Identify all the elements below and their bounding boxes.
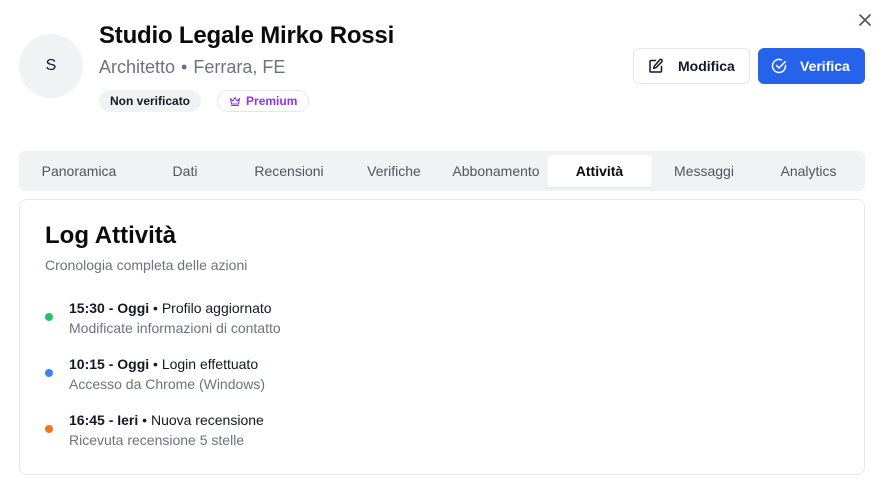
crown-icon bbox=[229, 96, 241, 107]
log-detail: Ricevuta recensione 5 stelle bbox=[69, 432, 245, 448]
log-detail: Accesso da Chrome (Windows) bbox=[69, 376, 266, 392]
tab-attivita[interactable]: Attività bbox=[547, 155, 652, 187]
log-time: 15:30 - Oggi bbox=[69, 300, 150, 316]
premium-badge-label: Premium bbox=[246, 94, 298, 108]
tab-verifiche[interactable]: Verifiche bbox=[343, 155, 445, 187]
log-action: Nuova recensione bbox=[150, 412, 264, 428]
edit-button-label: Modifica bbox=[678, 58, 735, 74]
tab-label: Analytics bbox=[780, 163, 837, 179]
verify-button[interactable]: Verifica bbox=[758, 48, 865, 84]
log-separator: • bbox=[153, 300, 158, 316]
log-time: 10:15 - Oggi bbox=[69, 356, 150, 372]
tab-recensioni[interactable]: Recensioni bbox=[235, 155, 343, 187]
page-title: Studio Legale Mirko Rossi bbox=[99, 22, 395, 49]
profile-header: Studio Legale Mirko Rossi Architetto • F… bbox=[99, 20, 394, 112]
avatar: S bbox=[19, 34, 83, 98]
log-separator: • bbox=[153, 356, 158, 372]
status-dot bbox=[45, 369, 53, 377]
tab-label: Messaggi bbox=[674, 163, 734, 179]
profile-modal: S Studio Legale Mirko Rossi Architetto •… bbox=[0, 0, 885, 494]
tab-messaggi[interactable]: Messaggi bbox=[652, 155, 756, 187]
activity-description: Cronologia completa delle azioni bbox=[45, 257, 248, 273]
activity-title: Log Attività bbox=[45, 222, 177, 249]
tab-label: Attività bbox=[575, 163, 624, 179]
tab-abbonamento[interactable]: Abbonamento bbox=[445, 155, 547, 187]
subtitle-separator: • bbox=[181, 57, 188, 77]
close-button[interactable] bbox=[855, 10, 875, 30]
premium-badge: Premium bbox=[217, 90, 310, 112]
log-action: Login effettuato bbox=[161, 356, 259, 372]
tab-label: Abbonamento bbox=[452, 163, 540, 179]
tab-analytics[interactable]: Analytics bbox=[756, 155, 861, 187]
tab-label: Verifiche bbox=[367, 163, 421, 179]
verify-button-label: Verifica bbox=[800, 58, 850, 74]
edit-button[interactable]: Modifica bbox=[633, 48, 750, 84]
log-detail: Modificate informazioni di contatto bbox=[69, 320, 281, 336]
tab-bar: Panoramica Dati Recensioni Verifiche Abb… bbox=[19, 151, 865, 191]
header-actions: Modifica Verifica bbox=[633, 48, 865, 84]
log-time: 16:45 - Ieri bbox=[69, 412, 139, 428]
close-icon bbox=[859, 14, 871, 26]
tab-label: Dati bbox=[172, 163, 198, 179]
status-dot bbox=[45, 313, 53, 321]
tab-dati[interactable]: Dati bbox=[135, 155, 235, 187]
tab-label: Recensioni bbox=[254, 163, 324, 179]
profile-subtitle: Architetto • Ferrara, FE bbox=[99, 55, 394, 79]
check-circle-icon bbox=[771, 58, 787, 74]
log-separator: • bbox=[142, 412, 148, 428]
status-dot bbox=[45, 425, 53, 433]
status-badge: Non verificato bbox=[99, 90, 202, 112]
location: Ferrara, FE bbox=[193, 57, 286, 77]
status-badge-label: Non verificato bbox=[110, 94, 191, 108]
profession: Architetto bbox=[99, 57, 176, 77]
edit-icon bbox=[649, 58, 663, 73]
log-action: Profilo aggiornato bbox=[161, 300, 272, 316]
tab-panoramica[interactable]: Panoramica bbox=[23, 155, 135, 187]
tab-label: Panoramica bbox=[41, 163, 117, 179]
avatar-initial: S bbox=[45, 57, 57, 74]
activity-card: Log Attività Cronologia completa delle a… bbox=[19, 199, 865, 475]
badges: Non verificato Premium bbox=[99, 90, 394, 112]
